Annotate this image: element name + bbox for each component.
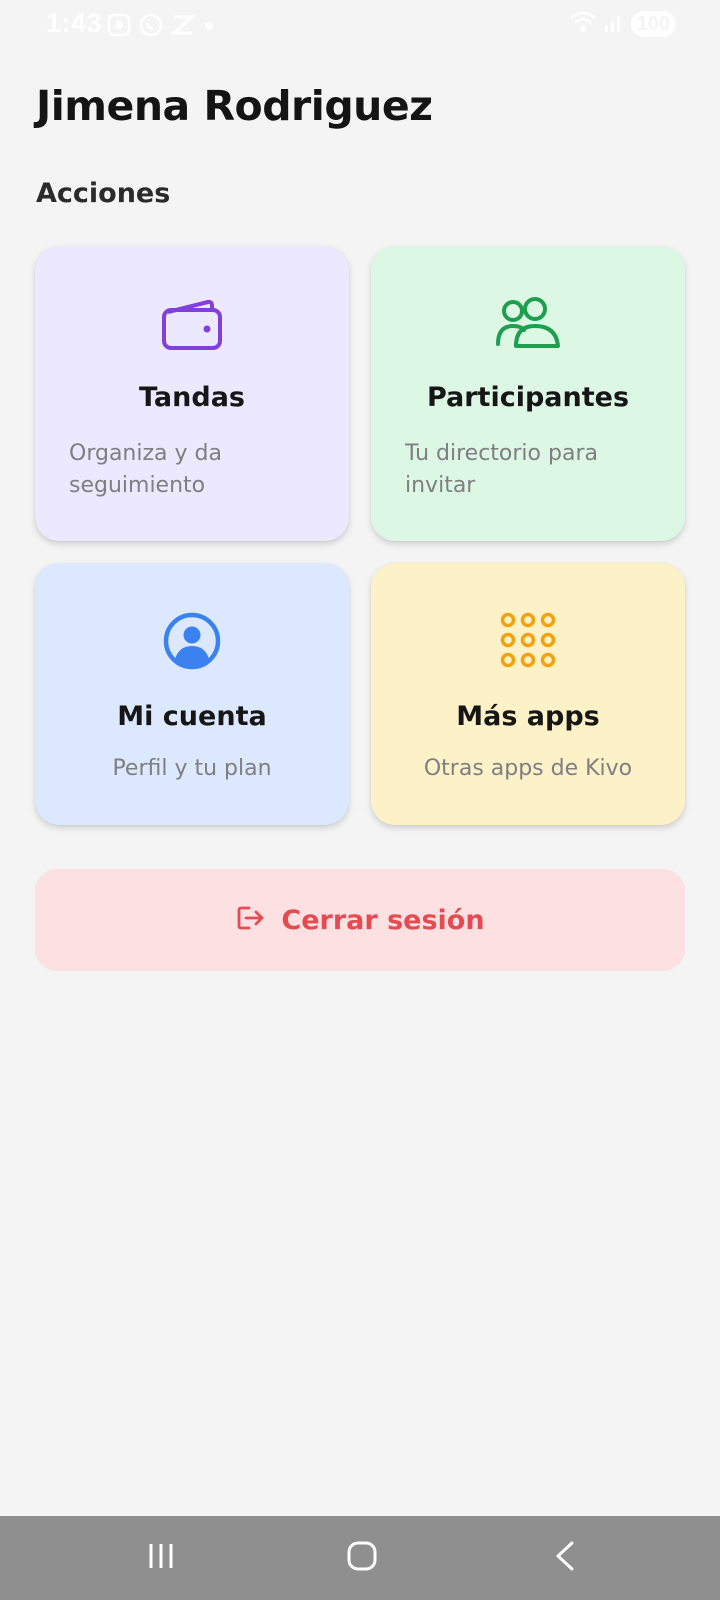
logout-label: Cerrar sesión bbox=[281, 904, 485, 936]
card-title: Tandas bbox=[139, 382, 245, 413]
card-title: Más apps bbox=[456, 701, 600, 732]
navigation-bar bbox=[0, 1516, 720, 1600]
card-participantes[interactable]: Participantes Tu directorio para invitar bbox=[371, 246, 685, 541]
home-icon bbox=[346, 1540, 378, 1576]
card-mi-cuenta[interactable]: Mi cuenta Perfil y tu plan bbox=[35, 563, 349, 825]
card-description: Tu directorio para invitar bbox=[405, 441, 598, 498]
card-description: Perfil y tu plan bbox=[112, 756, 272, 781]
status-time: 1:43 bbox=[46, 8, 103, 38]
back-icon bbox=[550, 1540, 580, 1576]
status-bar: 1:43 100 bbox=[0, 0, 720, 48]
card-description: Otras apps de Kivo bbox=[423, 756, 633, 781]
whatsapp-icon bbox=[138, 12, 164, 42]
home-button[interactable] bbox=[302, 1516, 422, 1600]
wallet-icon bbox=[160, 294, 224, 358]
wifi-icon bbox=[569, 10, 597, 38]
card-mas-apps[interactable]: Más apps Otras apps de Kivo bbox=[371, 563, 685, 825]
user-circle-icon bbox=[162, 611, 222, 675]
signal-icon bbox=[603, 10, 625, 38]
app-notification-icon bbox=[170, 12, 196, 42]
apps-grid-icon bbox=[497, 609, 559, 675]
recent-apps-button[interactable] bbox=[101, 1516, 221, 1600]
logout-button[interactable]: Cerrar sesión bbox=[35, 869, 685, 971]
user-name: Jimena Rodriguez bbox=[36, 82, 433, 130]
card-title: Participantes bbox=[426, 382, 630, 413]
notification-dot-icon bbox=[202, 18, 216, 37]
section-title: Acciones bbox=[36, 178, 171, 209]
users-icon bbox=[494, 296, 562, 356]
card-title: Mi cuenta bbox=[117, 701, 267, 732]
recent-apps-icon bbox=[146, 1541, 176, 1575]
logout-icon bbox=[235, 903, 265, 937]
screenshot-icon bbox=[106, 12, 132, 42]
battery-indicator: 100 bbox=[630, 11, 676, 37]
back-button[interactable] bbox=[505, 1516, 625, 1600]
card-tandas[interactable]: Tandas Organiza y da seguimiento bbox=[35, 246, 349, 541]
card-description: Organiza y da seguimiento bbox=[69, 441, 222, 498]
